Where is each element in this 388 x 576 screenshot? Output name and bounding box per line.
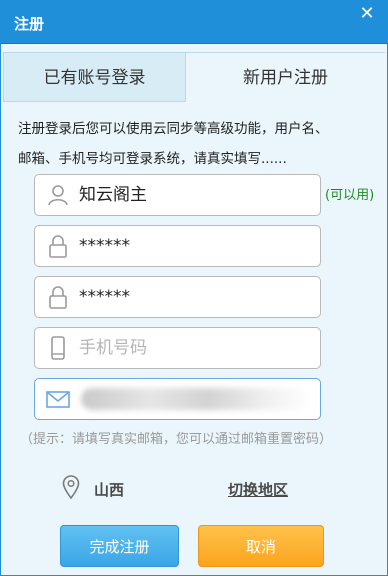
info-text: 注册登录后您可以使用云同步等高级功能，用户名、 邮箱、手机号均可登录系统，请真实… bbox=[18, 114, 378, 174]
info-line-2: 邮箱、手机号均可登录系统，请真实填写...... bbox=[18, 151, 287, 167]
username-value: 知云阁主 bbox=[79, 185, 147, 205]
title-bar: 注册 ✕ bbox=[0, 0, 388, 44]
close-button[interactable]: ✕ bbox=[356, 3, 378, 25]
password-value: ****** bbox=[79, 236, 130, 256]
window-title: 注册 bbox=[14, 15, 45, 33]
tab-register[interactable]: 新用户注册 bbox=[186, 52, 385, 102]
phone-placeholder: 手机号码 bbox=[79, 338, 147, 358]
phone-icon bbox=[46, 336, 70, 360]
password-confirm-field[interactable]: ****** bbox=[34, 276, 321, 318]
username-field[interactable]: 知云阁主 bbox=[34, 174, 321, 216]
location-pin-icon bbox=[62, 475, 80, 500]
info-line-1: 注册登录后您可以使用云同步等高级功能，用户名、 bbox=[18, 121, 329, 137]
submit-register-button[interactable]: 完成注册 bbox=[60, 525, 179, 567]
user-icon bbox=[46, 183, 70, 207]
tab-login[interactable]: 已有账号登录 bbox=[3, 52, 186, 102]
email-field[interactable] bbox=[34, 378, 321, 420]
password-confirm-value: ****** bbox=[79, 287, 130, 307]
cancel-button[interactable]: 取消 bbox=[198, 525, 324, 567]
switch-region-link[interactable]: 切换地区 bbox=[228, 479, 288, 500]
lock-icon bbox=[46, 285, 70, 309]
lock-icon bbox=[46, 234, 70, 258]
region-name: 山西 bbox=[94, 481, 125, 499]
phone-field[interactable]: 手机号码 bbox=[34, 327, 321, 369]
email-hint: （提示：请填写真实邮箱，您可以通过邮箱重置密码） bbox=[20, 432, 333, 447]
mail-icon bbox=[46, 387, 70, 411]
password-field[interactable]: ****** bbox=[34, 225, 321, 267]
email-redacted-value bbox=[81, 388, 311, 410]
username-status: (可以用) bbox=[325, 188, 375, 203]
